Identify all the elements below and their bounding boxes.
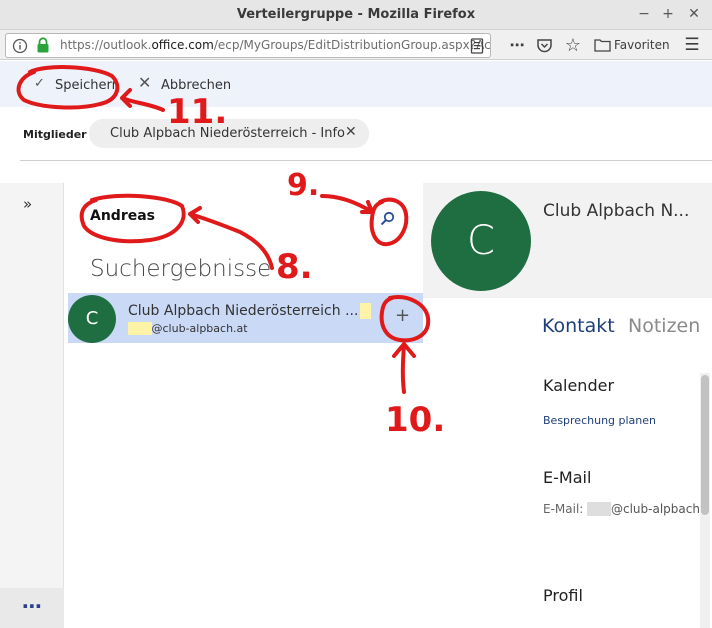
expand-icon[interactable]: » <box>23 195 32 213</box>
minimize-icon[interactable]: − <box>632 3 656 25</box>
contact-pane: C Club Alpbach N... Kontakt Notizen Kale… <box>423 183 712 628</box>
save-button[interactable]: Speichern <box>55 78 120 93</box>
cancel-x-icon[interactable]: ✕ <box>138 73 151 92</box>
browser-navbar: https://outlook.office.com/ecp/MyGroups/… <box>0 30 712 60</box>
info-icon[interactable] <box>12 38 28 54</box>
result-email: .@club-alpbach.at <box>128 322 248 335</box>
contact-name: Club Alpbach N... <box>543 201 690 221</box>
members-label: Mitglieder <box>23 128 87 141</box>
tab-kontakt[interactable]: Kontakt <box>542 315 615 337</box>
calendar-section-title: Kalender <box>543 376 615 395</box>
annotation-label-9: 9. <box>287 168 320 203</box>
bookmark-star-icon[interactable]: ☆ <box>561 33 585 58</box>
annotation-arrow-10 <box>392 342 416 394</box>
annotation-label-8: 8. <box>276 247 313 287</box>
annotation-label-11: 11. <box>167 92 228 132</box>
folder-icon <box>594 39 611 52</box>
member-chip[interactable]: Club Alpbach Niederösterreich - Info ✕ <box>89 119 369 148</box>
result-name: Club Alpbach Niederösterreich .... <box>128 303 371 319</box>
email-section-title: E-Mail <box>543 468 592 487</box>
email-line: E-Mail: .@club-alpbach. <box>543 502 704 516</box>
maximize-icon[interactable]: + <box>656 3 680 25</box>
divider <box>20 160 712 161</box>
checkmark-icon[interactable]: ✓ <box>34 76 45 91</box>
window-title: Verteilergruppe - Mozilla Firefox <box>236 7 476 22</box>
contact-avatar: C <box>431 191 531 291</box>
remove-member-icon[interactable]: ✕ <box>345 124 357 140</box>
more-options-icon[interactable]: ⋯ <box>0 588 64 628</box>
pocket-icon[interactable] <box>536 37 553 54</box>
lock-icon <box>37 37 49 53</box>
contact-header: C Club Alpbach N... <box>423 183 712 298</box>
schedule-meeting-link[interactable]: Besprechung planen <box>543 414 656 427</box>
search-result-row[interactable]: C Club Alpbach Niederösterreich .... .@c… <box>68 293 423 343</box>
reader-view-icon[interactable] <box>470 38 484 54</box>
add-member-icon[interactable]: + <box>395 305 410 326</box>
cancel-button[interactable]: Abbrechen <box>161 78 231 93</box>
more-actions-icon[interactable]: ⋯ <box>505 33 529 58</box>
search-icon[interactable] <box>380 211 395 226</box>
result-avatar: C <box>68 295 116 343</box>
member-chip-label: Club Alpbach Niederösterreich - Info <box>110 126 346 141</box>
tab-notizen[interactable]: Notizen <box>628 315 700 337</box>
results-title: Suchergebnisse <box>90 256 272 282</box>
url-bar[interactable]: https://outlook.office.com/ecp/MyGroups/… <box>5 33 491 58</box>
annotation-label-10: 10. <box>385 400 446 440</box>
annotation-arrow-9 <box>320 194 374 214</box>
close-window-icon[interactable]: ✕ <box>682 3 706 25</box>
search-input[interactable]: Andreas <box>90 208 155 224</box>
hamburger-menu-icon[interactable]: ☰ <box>680 33 704 58</box>
left-rail: » ⋯ <box>0 183 64 628</box>
favorites-button[interactable]: Favoriten <box>614 33 670 58</box>
command-bar: ✓ Speichern ✕ Abbrechen <box>0 61 712 107</box>
scrollbar-thumb[interactable] <box>701 375 709 515</box>
contact-scrollbar[interactable] <box>700 373 710 628</box>
url-text: https://outlook.office.com/ecp/MyGroups/… <box>60 38 491 52</box>
window-titlebar: Verteilergruppe - Mozilla Firefox − + ✕ <box>0 0 712 30</box>
profile-section-title: Profil <box>543 586 583 605</box>
